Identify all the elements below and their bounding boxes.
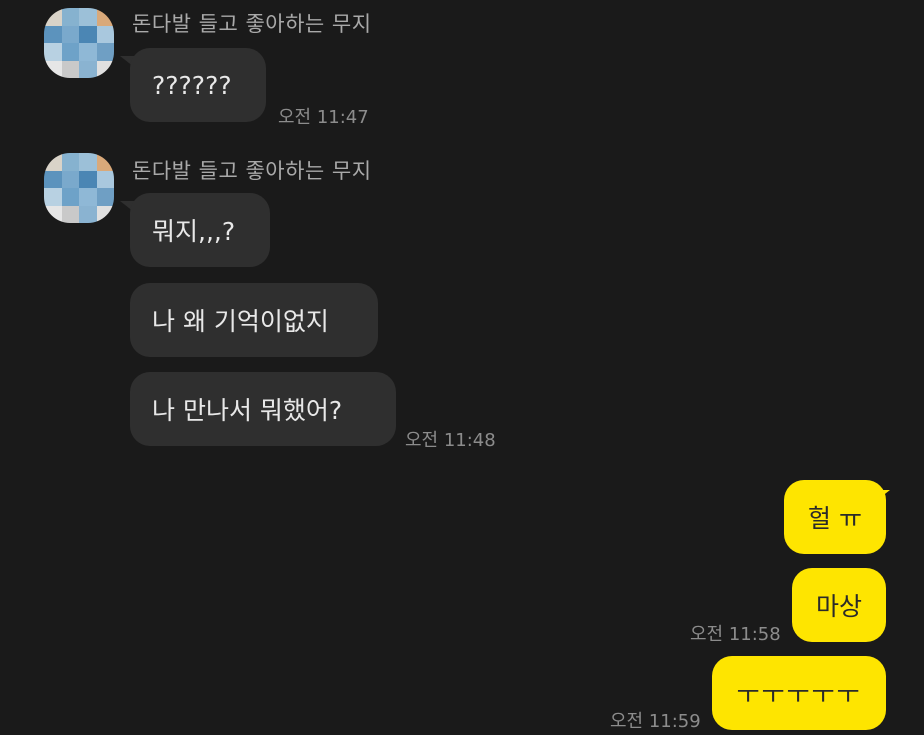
message-text: 마상 [815, 592, 862, 621]
message-text: ?????? [152, 70, 232, 100]
message-text: 나 만나서 뭐했어? [152, 396, 343, 425]
message-text: 헐 ㅠ [808, 504, 862, 533]
avatar[interactable] [44, 8, 114, 78]
outgoing-message-bubble[interactable]: ㅜㅜㅜㅜㅜ [712, 656, 886, 730]
outgoing-message-bubble[interactable]: 마상 [792, 568, 886, 642]
incoming-message-bubble[interactable]: ?????? [130, 48, 266, 122]
incoming-message-bubble[interactable]: 나 만나서 뭐했어? [130, 372, 396, 446]
message-text: 뭐지,,,? [152, 217, 236, 246]
message-text: 나 왜 기억이없지 [152, 307, 329, 336]
message-timestamp: 오전 11:48 [405, 430, 496, 451]
message-text: ㅜㅜㅜㅜㅜ [736, 680, 862, 709]
incoming-message-bubble[interactable]: 나 왜 기억이없지 [130, 283, 378, 357]
chat-screen: 돈다발 들고 좋아하는 무지 ?????? 오전 11:47 돈다발 들고 좋아… [0, 0, 924, 735]
sender-name: 돈다발 들고 좋아하는 무지 [132, 159, 372, 183]
message-timestamp: 오전 11:58 [690, 624, 781, 645]
incoming-message-bubble[interactable]: 뭐지,,,? [130, 193, 270, 267]
message-timestamp: 오전 11:59 [610, 711, 701, 732]
avatar[interactable] [44, 153, 114, 223]
message-timestamp: 오전 11:47 [278, 107, 369, 128]
outgoing-message-bubble[interactable]: 헐 ㅠ [784, 480, 886, 554]
sender-name: 돈다발 들고 좋아하는 무지 [132, 12, 372, 36]
